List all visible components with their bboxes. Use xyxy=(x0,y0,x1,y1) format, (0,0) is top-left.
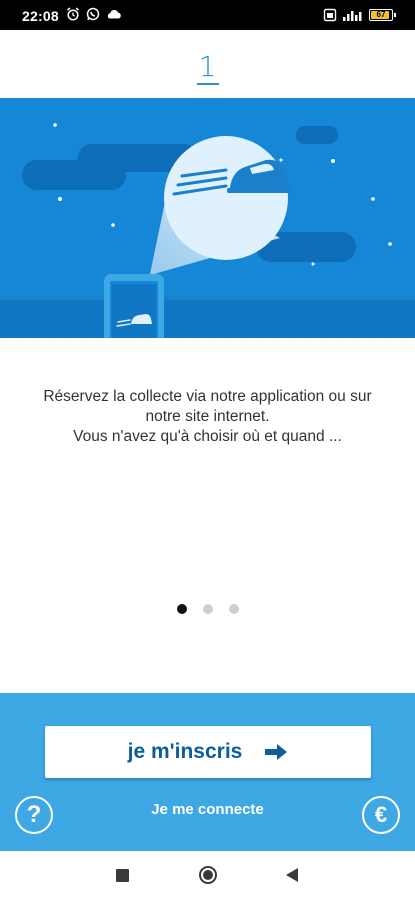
light-bubble xyxy=(164,136,288,260)
phone-icon xyxy=(104,274,164,338)
page-dot-1[interactable] xyxy=(176,604,187,614)
horizon-band xyxy=(0,298,415,338)
bottom-action-panel: je m'inscris ? Je me connecte € xyxy=(0,693,415,851)
login-link-container: Je me connecte xyxy=(0,801,415,818)
status-icons-right: 67 xyxy=(323,8,396,22)
page-dot-3[interactable] xyxy=(228,604,239,614)
description-line-2: notre site internet. xyxy=(145,408,270,425)
login-link[interactable]: Je me connecte xyxy=(151,801,264,818)
status-bar: 22:08 67 xyxy=(0,0,415,30)
status-time: 22:08 xyxy=(22,8,59,24)
signup-label: je m'inscris xyxy=(127,740,243,763)
signup-button[interactable]: je m'inscris xyxy=(45,726,371,778)
pricing-button[interactable]: € xyxy=(362,796,400,834)
euro-icon: € xyxy=(374,802,388,827)
alarm-icon xyxy=(67,7,79,21)
page-dot-2[interactable] xyxy=(202,604,213,614)
illustration-phone-beam xyxy=(0,98,415,338)
signal-icon xyxy=(343,11,362,21)
home-icon[interactable] xyxy=(199,866,217,884)
step-number: 1 xyxy=(198,50,217,83)
sim-icon xyxy=(323,8,337,22)
page-indicator xyxy=(0,604,415,614)
onboarding-description: Réservez la collecte via notre applicati… xyxy=(20,387,395,447)
description-line-1: Réservez la collecte via notre applicati… xyxy=(43,388,372,405)
recents-icon[interactable] xyxy=(116,869,129,882)
battery-level: 67 xyxy=(376,10,386,19)
arrow-right-icon xyxy=(265,744,288,760)
cloud-icon xyxy=(107,9,121,19)
back-icon[interactable] xyxy=(286,868,298,882)
description-line-3: Vous n'avez qu'à choisir où et quand ... xyxy=(73,428,342,445)
status-icons-left xyxy=(66,7,122,21)
system-nav-bar xyxy=(0,851,415,900)
help-icon: ? xyxy=(26,801,42,828)
whatsapp-icon xyxy=(86,7,100,21)
help-button[interactable]: ? xyxy=(15,796,53,834)
step-underline xyxy=(197,83,219,85)
battery-icon: 67 xyxy=(369,9,396,21)
